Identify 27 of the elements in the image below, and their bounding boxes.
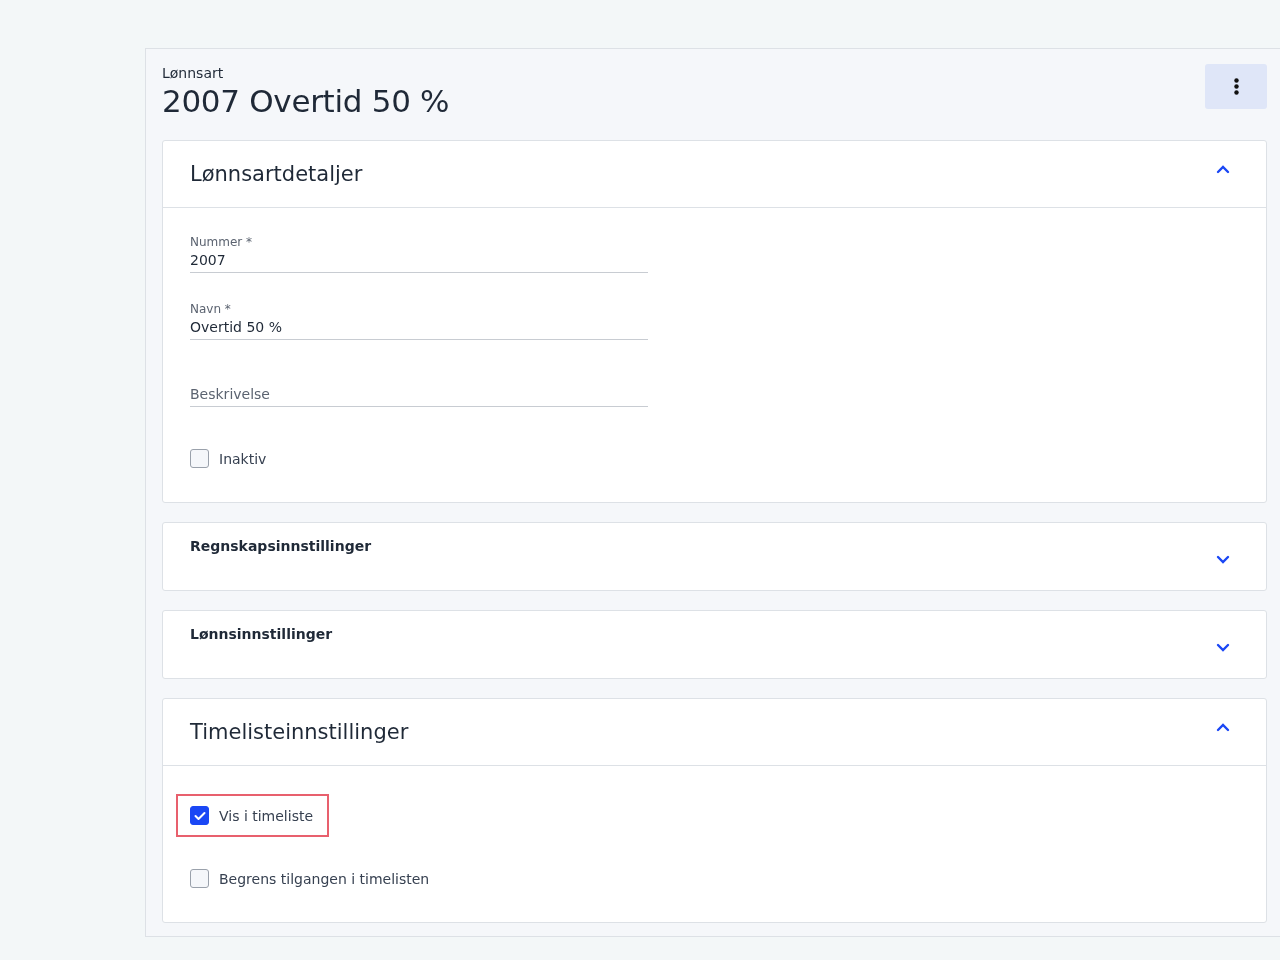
section-title: Lønnsartdetaljer xyxy=(190,162,363,186)
field-input[interactable]: 2007 xyxy=(190,252,648,268)
field-input[interactable]: Overtid 50 % xyxy=(190,319,648,335)
chevron-down-icon xyxy=(1216,643,1230,652)
checkbox[interactable] xyxy=(190,449,209,468)
page-eyebrow: Lønnsart xyxy=(162,65,225,81)
more-menu-button[interactable] xyxy=(1205,64,1267,109)
checkbox-label: Vis i timeliste xyxy=(219,807,314,824)
chevron-up-icon xyxy=(1216,165,1230,174)
section-title: Timelisteinnstillinger xyxy=(190,720,409,744)
vertical-dots-icon xyxy=(1233,78,1239,95)
field-label: Nummer * xyxy=(190,235,254,249)
checkbox[interactable] xyxy=(190,806,209,825)
field-input[interactable]: Beskrivelse xyxy=(190,386,648,402)
page-title: 2007 Overtid 50 % xyxy=(162,83,450,119)
chevron-down-icon xyxy=(1216,555,1230,564)
checkbox-label: Begrens tilgangen i timelisten xyxy=(219,870,430,887)
chevron-up-icon xyxy=(1216,723,1230,732)
field-label: Navn * xyxy=(190,302,232,316)
check-icon xyxy=(193,810,206,821)
text-field[interactable]: Navn * Overtid 50 % xyxy=(190,297,648,340)
checkbox[interactable] xyxy=(190,869,209,888)
text-field[interactable]: Nummer * 2007 xyxy=(190,230,648,273)
checkbox-label: Inaktiv xyxy=(219,450,267,467)
section-title: Regnskapsinnstillinger xyxy=(190,538,372,554)
section-title: Lønnsinnstillinger xyxy=(190,626,333,642)
text-field[interactable]: Beskrivelse xyxy=(190,364,648,407)
